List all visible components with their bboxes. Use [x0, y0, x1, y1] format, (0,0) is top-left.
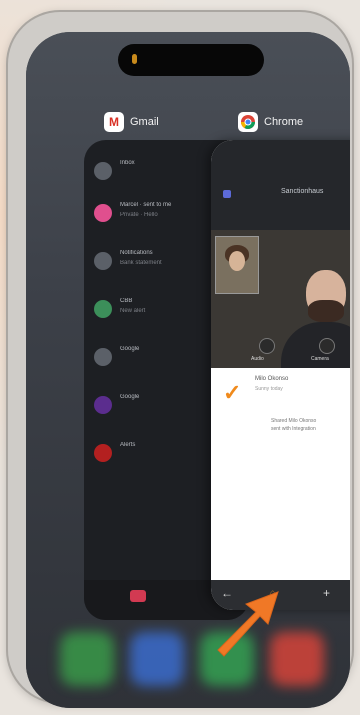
- phone-frame: M Gmail Chrome Inbox Marcel · sent to me…: [8, 12, 352, 708]
- dynamic-island: [118, 44, 264, 76]
- chrome-app-card[interactable]: Sanctionhaus Audio Camera ✓ Milo Okonso …: [211, 140, 350, 610]
- avatar: [94, 252, 112, 270]
- chat-status: Sunny today: [255, 386, 283, 392]
- chat-message: Shared Milo Okonso: [271, 418, 317, 424]
- switcher-label-gmail[interactable]: M Gmail: [104, 112, 159, 132]
- pointer-arrow-icon: [217, 591, 279, 657]
- app-switcher-screen: M Gmail Chrome Inbox Marcel · sent to me…: [26, 32, 350, 708]
- participant-body: [281, 322, 350, 372]
- meet-icon[interactable]: [130, 590, 146, 602]
- avatar: [94, 348, 112, 366]
- gmail-label: Gmail: [130, 116, 159, 128]
- dock-phone-icon: [60, 632, 114, 686]
- new-tab-icon[interactable]: +: [323, 586, 330, 600]
- dock-safari-icon: [130, 632, 184, 686]
- gmail-icon: M: [104, 112, 124, 132]
- avatar: [94, 396, 112, 414]
- chrome-toolbar: Sanctionhaus: [211, 140, 350, 230]
- chat-sender: Milo Okonso: [255, 376, 289, 382]
- chrome-icon: [238, 112, 258, 132]
- meet-tab-icon: [223, 190, 231, 198]
- mic-caption: Audio: [251, 356, 264, 362]
- camera-toggle-button[interactable]: [319, 338, 335, 354]
- avatar: [94, 204, 112, 222]
- check-logo-icon: ✓: [223, 380, 242, 405]
- camera-caption: Camera: [311, 356, 329, 362]
- avatar: [94, 444, 112, 462]
- chrome-label: Chrome: [264, 116, 304, 128]
- chat-message-2: sent with Integration: [271, 426, 316, 432]
- participant-beard: [308, 300, 344, 322]
- self-face: [229, 251, 245, 271]
- mic-toggle-button[interactable]: [259, 338, 275, 354]
- chat-panel: ✓ Milo Okonso Sunny today Shared Milo Ok…: [211, 368, 350, 568]
- mic-indicator-icon: [132, 54, 137, 64]
- avatar: [94, 162, 112, 180]
- self-view-tile: [215, 236, 259, 294]
- switcher-label-chrome[interactable]: Chrome: [238, 112, 303, 132]
- video-call-view: Audio Camera: [211, 230, 350, 372]
- avatar: [94, 300, 112, 318]
- url-bar[interactable]: Sanctionhaus: [281, 188, 323, 195]
